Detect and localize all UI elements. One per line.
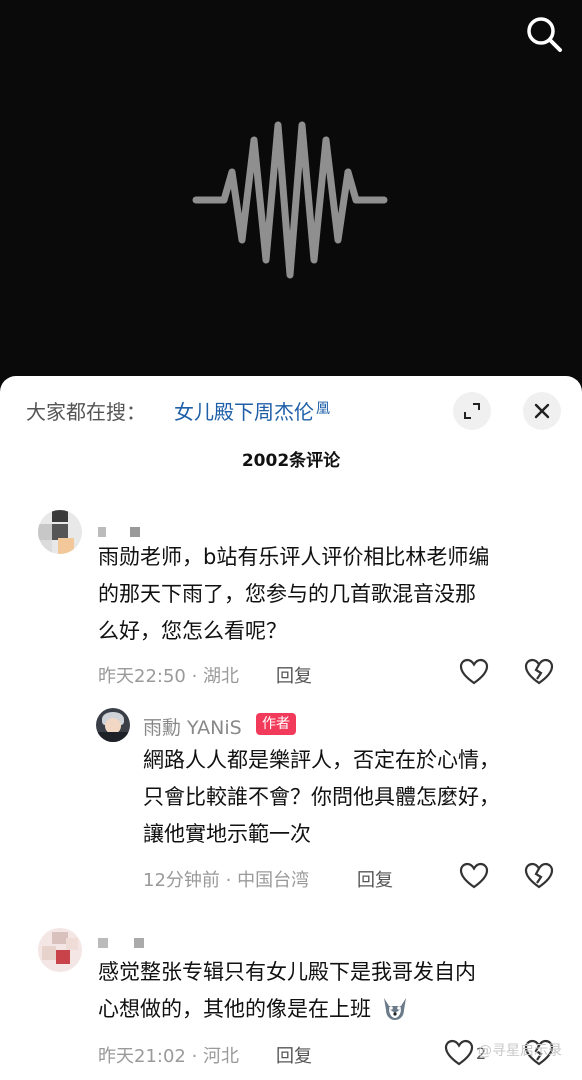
avatar[interactable] bbox=[38, 510, 82, 554]
dislike-broken-heart-icon[interactable] bbox=[524, 657, 554, 687]
hot-search-bar: 大家都在搜： 女儿殿下周杰伦凰 bbox=[0, 376, 582, 446]
hot-search-link[interactable]: 女儿殿下周杰伦凰 bbox=[174, 396, 330, 425]
reply-button[interactable]: 回复 bbox=[276, 662, 312, 688]
search-button[interactable] bbox=[522, 12, 566, 56]
hot-search-query: 女儿殿下周杰伦 bbox=[174, 400, 314, 424]
username-blurred bbox=[98, 938, 108, 948]
comment-text: 雨勋老师，b站有乐评人评价相比林老师编 的那天下雨了，您参与的几首歌混音没那 么… bbox=[98, 545, 490, 643]
close-icon bbox=[534, 403, 550, 419]
comment-time: 昨天22:50 · 湖北 bbox=[98, 666, 240, 687]
avatar[interactable] bbox=[38, 928, 82, 972]
username-blurred bbox=[98, 527, 106, 537]
audio-waveform-icon bbox=[192, 121, 388, 279]
username-blurred bbox=[134, 938, 144, 948]
watermark: @寻星启示录 bbox=[478, 1043, 562, 1059]
hot-search-label: 大家都在搜： bbox=[26, 400, 146, 424]
comment-text: 網路人人都是樂評人，否定在於心情， 只會比較誰不會？你問他具體怎麼好， 讓他實地… bbox=[143, 748, 500, 846]
reply-button[interactable]: 回复 bbox=[276, 1042, 312, 1068]
expand-button[interactable] bbox=[453, 392, 491, 430]
author-badge: 作者 bbox=[256, 713, 296, 735]
expand-icon bbox=[464, 403, 480, 419]
author-name[interactable]: 雨勳 YANiS bbox=[143, 713, 242, 740]
search-icon bbox=[527, 17, 562, 52]
like-heart-icon[interactable] bbox=[459, 657, 489, 687]
close-button[interactable] bbox=[523, 392, 561, 430]
comment-time: 昨天21:02 · 河北 bbox=[98, 1046, 240, 1067]
dislike-broken-heart-icon[interactable] bbox=[524, 861, 554, 891]
reply-button[interactable]: 回复 bbox=[357, 866, 393, 892]
reply-item: 雨勳 YANiS 作者 網路人人都是樂評人，否定在於心情， 只會比較誰不會？你問… bbox=[0, 705, 582, 895]
comment-count: 2002条评论 bbox=[241, 451, 341, 471]
comment-text: 感觉整张专辑只有女儿殿下是我哥发自内 心想做的，其他的像是在上班 bbox=[98, 960, 476, 1021]
like-heart-icon[interactable] bbox=[444, 1038, 474, 1068]
username-blurred bbox=[130, 527, 140, 537]
husky-emoji-icon bbox=[383, 998, 406, 1020]
like-heart-icon[interactable] bbox=[459, 861, 489, 891]
comment-time: 12分钟前 · 中国台湾 bbox=[143, 870, 310, 891]
audio-player-area bbox=[0, 0, 582, 390]
author-avatar[interactable] bbox=[96, 708, 130, 742]
comment-item: 雨勋老师，b站有乐评人评价相比林老师编 的那天下雨了，您参与的几首歌混音没那 么… bbox=[0, 505, 582, 695]
search-small-icon: 凰 bbox=[316, 401, 330, 417]
